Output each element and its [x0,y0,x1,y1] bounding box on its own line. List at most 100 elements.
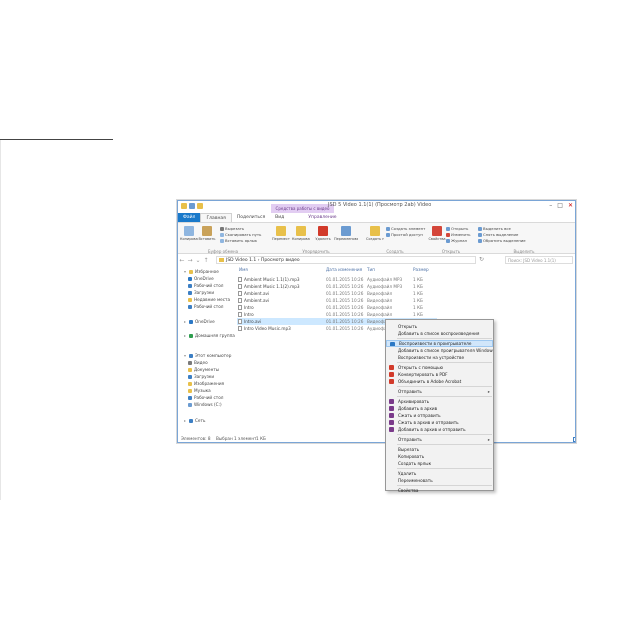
nav-fav-1[interactable]: Рабочий стол [188,283,223,288]
tab-home[interactable]: Главная [200,213,232,222]
tab-share[interactable]: Поделиться [232,213,270,222]
context-menu-label: Добавить в архив и отправить [398,427,466,432]
properties-button[interactable]: Свойства [428,226,446,241]
column-header-date[interactable]: Дата изменения [326,267,362,272]
nav-pc-6[interactable]: Windows (C:) [188,402,222,407]
file-row[interactable]: Ambient Music 1.1(2).mp3 01.01.2015 10:2… [237,283,437,290]
context-menu-item[interactable]: Сжать в архив и отправить [386,419,493,426]
search-input[interactable]: Поиск: JSD Video 1.1(1) [505,256,573,264]
organize-group-label: Упорядочить [302,249,330,254]
cloud-icon [188,276,192,281]
paste-button[interactable]: Вставить [198,226,216,241]
context-menu-item[interactable]: Переименовать [386,477,493,484]
new-folder-icon [370,226,380,236]
copy-button[interactable]: Копировать [180,226,198,241]
move-to-button[interactable]: Переместить в [272,226,290,241]
tab-manage[interactable]: Управление [303,213,341,222]
file-row[interactable]: Ambient.avi 01.01.2015 10:26 Видеофайл 1… [237,297,437,304]
nav-this-pc[interactable]: ▾ Этот компьютер [184,353,231,358]
paste-shortcut-button[interactable]: Вставить ярлык [220,238,257,243]
recent-places-icon [188,297,192,302]
address-bar[interactable]: JSD Video 1.1 › Просмотр видео [216,256,476,264]
status-bar: Элементов: 8 Выбран 1 элемент 1 КБ [178,435,575,442]
chevron-down-icon[interactable]: ⌄ [194,257,202,264]
file-row[interactable]: Intro 01.01.2015 10:26 Видеофайл 1 КБ [237,304,437,311]
nav-network[interactable]: ▸ Сеть [184,418,205,423]
nav-pc-3[interactable]: Изображения [188,381,224,386]
nav-fav-0[interactable]: OneDrive [188,276,214,281]
context-menu-item[interactable]: Удалить [386,470,493,477]
chevron-right-icon: ▸ [487,437,490,442]
select-all-button[interactable]: Выделить все [478,226,511,231]
nav-fav-3[interactable]: Недавние места [188,297,230,302]
new-folder-button[interactable]: Создать папку [366,226,384,241]
file-row[interactable]: Ambient Music 1.1(1).mp3 01.01.2015 10:2… [237,276,437,283]
folder-icon[interactable] [181,203,187,209]
context-menu-item[interactable]: Сжать и отправить [386,412,493,419]
nav-pc-4[interactable]: Музыка [188,388,211,393]
nav-fav-4[interactable]: Рабочий стол [188,304,223,309]
nav-favorites[interactable]: ▾ Избранное [184,269,219,274]
address-row: ← → ⌄ ↑ JSD Video 1.1 › Просмотр видео ↻… [178,255,575,265]
nav-pc-1[interactable]: Документы [188,367,219,372]
path-icon [220,232,224,237]
easy-access-button[interactable]: Простой доступ [386,232,423,237]
properties-icon[interactable] [189,203,195,209]
context-menu-item[interactable]: Воспроизвести в проигрывателе [386,340,493,347]
open-button[interactable]: Открыть [446,226,468,231]
context-menu-item[interactable]: Добавить в список воспроизведения [386,330,493,337]
refresh-icon[interactable]: ↻ [479,256,484,263]
nav-onedrive[interactable]: ▸ OneDrive [184,319,215,324]
file-row[interactable]: Ambient.avi 01.01.2015 10:26 Видеофайл 1… [237,290,437,297]
column-header-size[interactable]: Размер [413,267,429,272]
cut-button[interactable]: Вырезать [220,226,244,231]
context-menu-item[interactable]: Свойства [386,487,493,494]
file-icon [238,291,242,296]
invert-selection-button[interactable]: Обратить выделение [478,238,526,243]
ribbon-group-organize: Переместить в Копировать в Удалить Переи… [270,223,362,255]
copy-to-button[interactable]: Копировать в [292,226,310,241]
context-menu-item[interactable]: Добавить в архив и отправить [386,426,493,433]
context-menu-item[interactable]: Копировать [386,453,493,460]
new-folder-icon[interactable] [197,203,203,209]
up-arrow-icon[interactable]: ↑ [202,257,210,264]
close-button[interactable]: ✕ [568,202,573,209]
rename-button[interactable]: Переименовать [334,226,358,241]
context-menu-item[interactable]: Добавить в архив [386,405,493,412]
select-none-button[interactable]: Снять выделение [478,232,518,237]
context-menu-item[interactable]: Открыть [386,323,493,330]
context-menu-item[interactable]: Добавить в список проигрывателя Windows [386,347,493,354]
file-row[interactable]: Intro 01.01.2015 10:26 Видеофайл 1 КБ [237,311,437,318]
nav-pc-2[interactable]: Загрузки [188,374,214,379]
tab-view[interactable]: Вид [270,213,289,222]
history-button[interactable]: Журнал [446,238,467,243]
context-menu-item[interactable]: Воспроизвести на устройстве [386,354,493,361]
column-header-type[interactable]: Тип [367,267,375,272]
context-menu-item[interactable]: Открыть с помощью [386,364,493,371]
large-icons-view-icon[interactable] [573,437,575,442]
back-arrow-icon[interactable]: ← [178,257,186,264]
delete-button[interactable]: Удалить [314,226,332,241]
tab-file[interactable]: Файл [178,213,201,222]
context-menu-item[interactable]: Отправить ▸ [386,388,493,395]
address-path: JSD Video 1.1 › Просмотр видео [226,258,300,263]
context-menu-label: Архивировать [398,399,430,404]
nav-pc-0[interactable]: Видео [188,360,208,365]
context-menu-item[interactable]: Архивировать [386,398,493,405]
select-none-icon [478,232,482,237]
edit-button[interactable]: Изменить [446,232,470,237]
new-item-button[interactable]: Создать элемент [386,226,425,231]
column-header-name[interactable]: Имя [239,267,248,272]
nav-pc-5[interactable]: Рабочий стол [188,395,223,400]
nav-fav-2[interactable]: Загрузки [188,290,214,295]
copy-path-button[interactable]: Скопировать путь [220,232,261,237]
context-menu-item[interactable]: Отправить ▸ [386,436,493,443]
context-menu-item[interactable]: Вырезать [386,446,493,453]
context-menu-item[interactable]: Конвертировать в PDF [386,371,493,378]
minimize-button[interactable]: – [549,202,552,209]
nav-homegroup[interactable]: ▸ Домашняя группа [184,333,235,338]
context-menu-item[interactable]: Создать ярлык [386,460,493,467]
context-menu-item[interactable]: Объединить в Adobe Acrobat [386,378,493,385]
forward-arrow-icon[interactable]: → [186,257,194,264]
maximize-button[interactable]: □ [557,202,563,209]
